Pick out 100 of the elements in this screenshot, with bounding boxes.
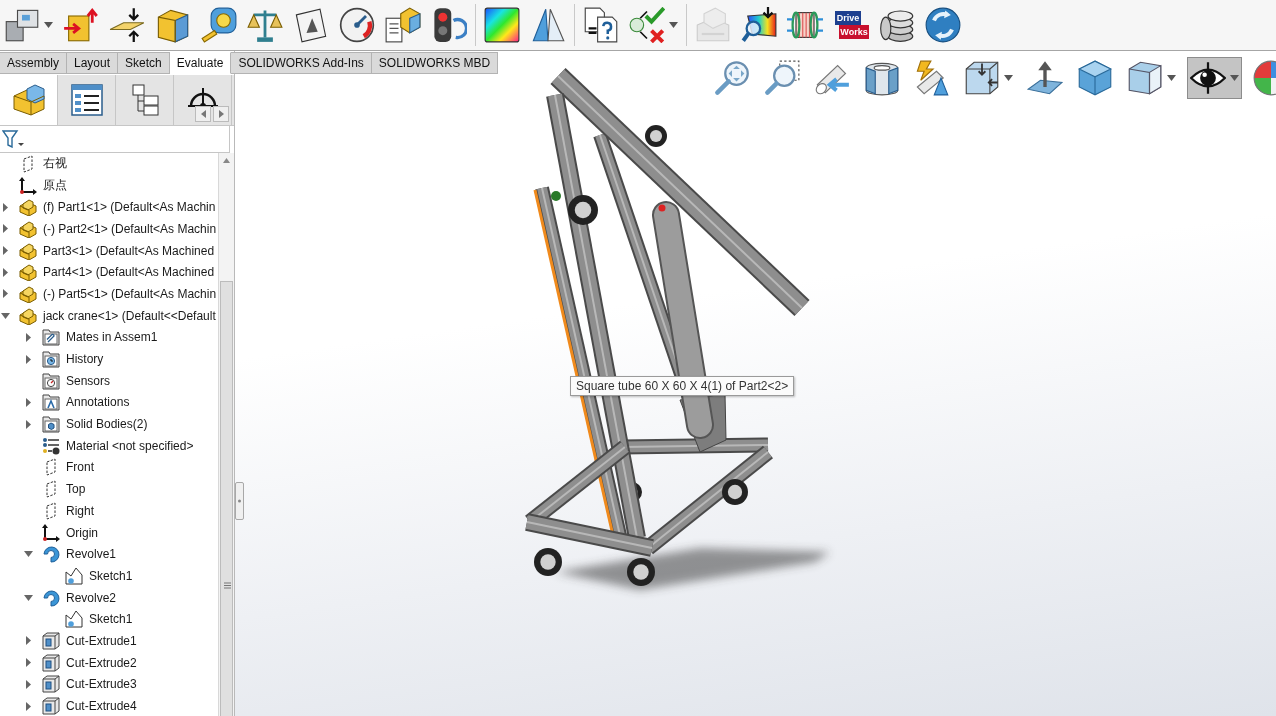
circular-arrows-icon: [925, 7, 961, 43]
tree-item[interactable]: Sensors: [66, 373, 111, 388]
tree-item[interactable]: jack crane<1> (Default<<Default: [43, 308, 216, 323]
caret-right-icon[interactable]: [26, 419, 31, 429]
toolbar-button[interactable]: [530, 6, 566, 44]
tree-item[interactable]: Revolve2: [66, 590, 117, 605]
color-spectrum-icon: [484, 7, 520, 43]
view-toolbar-button[interactable]: [1187, 57, 1242, 99]
tree-item[interactable]: Origin: [66, 525, 98, 540]
caret-right-icon[interactable]: [26, 658, 31, 668]
prism-icon: [530, 7, 566, 43]
caret-down-icon[interactable]: [24, 594, 33, 601]
caret-down-icon[interactable]: [24, 551, 33, 558]
tree-item[interactable]: Right: [66, 503, 94, 518]
part-block-icon: [19, 306, 37, 325]
block-section-icon: [155, 7, 191, 43]
caret-right-icon: [218, 110, 224, 118]
folder-clip-icon: [42, 328, 60, 347]
tree-item[interactable]: Cut-Extrude2: [66, 655, 137, 670]
toolbar-button[interactable]: [629, 6, 678, 44]
part-block-icon: [12, 84, 45, 116]
caret-right-icon[interactable]: [26, 701, 31, 711]
tree-item[interactable]: Cut-Extrude4: [66, 699, 137, 714]
tree-item[interactable]: History: [66, 352, 104, 367]
caret-right-icon[interactable]: [26, 397, 31, 407]
logo-button[interactable]: Drive Works: [833, 6, 869, 44]
tree-item[interactable]: (f) Part1<1> (Default<As Machin: [43, 200, 216, 215]
tree-item[interactable]: Sketch1: [89, 568, 133, 583]
toolbar-button[interactable]: [741, 6, 777, 44]
caret-right-icon[interactable]: [3, 289, 8, 299]
tree-item[interactable]: (-) Part5<1> (Default<As Machin: [43, 286, 217, 301]
caret-right-icon[interactable]: [3, 267, 8, 277]
traffic-light-icon: [431, 7, 467, 43]
tree-item[interactable]: 原点: [43, 177, 67, 195]
filter-icon[interactable]: [2, 130, 24, 148]
scroll-left-button[interactable]: [195, 106, 211, 122]
tree-item[interactable]: Material <not specified>: [66, 438, 194, 453]
material-list-icon: [42, 436, 60, 455]
sketch-icon: [65, 566, 83, 585]
tree-item[interactable]: Solid Bodies(2): [66, 417, 148, 432]
tree-item[interactable]: Annotations: [66, 395, 130, 410]
cut-box-icon: [42, 697, 60, 716]
gauge-icon: [339, 7, 375, 43]
vertical-arrows-icon: [109, 7, 145, 43]
tree-item[interactable]: 右视: [43, 155, 67, 173]
tree-item[interactable]: Cut-Extrude3: [66, 677, 137, 692]
toolbar-button[interactable]: [431, 6, 467, 44]
scroll-right-button[interactable]: [213, 106, 229, 122]
caret-right-icon[interactable]: [3, 224, 8, 234]
eye-icon: [1190, 60, 1226, 96]
balance-scale-icon: [247, 7, 283, 43]
caret-right-icon[interactable]: [3, 202, 8, 212]
origin-axes-icon: [19, 176, 37, 195]
caret-left-icon: [200, 110, 206, 118]
caret-right-icon[interactable]: [26, 679, 31, 689]
tree-item[interactable]: Part3<1> (Default<As Machined: [43, 243, 215, 258]
toolbar-button[interactable]: [339, 6, 375, 44]
toolbar-button[interactable]: [109, 6, 145, 44]
ribbon-tab[interactable]: Layout: [67, 52, 119, 74]
check-cross-icon: [629, 7, 665, 43]
stacked-blocks-icon: [4, 7, 40, 43]
ribbon-tab[interactable]: Sketch: [118, 52, 170, 74]
tree-item[interactable]: Sketch1: [89, 612, 133, 627]
sheet-triangle-icon: [293, 7, 329, 43]
ribbon-tab[interactable]: SOLIDWORKS MBD: [371, 52, 499, 74]
panel-splitter-handle[interactable]: [235, 482, 244, 520]
part-block-icon: [19, 263, 37, 282]
caret-down-icon[interactable]: [1, 312, 10, 319]
caret-right-icon[interactable]: [26, 636, 31, 646]
faded-tray-icon: [695, 7, 731, 43]
tree-item[interactable]: Part4<1> (Default<As Machined: [43, 265, 215, 280]
cut-box-icon: [42, 631, 60, 650]
toolbar-button[interactable]: [583, 6, 619, 44]
folder-cube-icon: [42, 415, 60, 434]
ribbon-tab[interactable]: SOLIDWORKS Add-Ins: [231, 52, 372, 74]
scroll-up-icon[interactable]: [223, 158, 230, 163]
zoom-area-icon: [764, 60, 800, 96]
sketch-icon: [65, 610, 83, 629]
document-help-icon: [583, 7, 619, 43]
tree-item[interactable]: Cut-Extrude1: [66, 633, 137, 648]
grip-icon: [238, 497, 241, 505]
tree-item[interactable]: (-) Part2<1> (Default<As Machin: [43, 221, 217, 236]
cube-icon: [1077, 60, 1113, 96]
arrow-plane-icon: [1027, 60, 1063, 96]
magnifier-spectrum-icon: [741, 7, 777, 43]
tree-item[interactable]: Mates in Assem1: [66, 330, 158, 345]
toolbar-button[interactable]: [484, 6, 520, 44]
toolbar-button[interactable]: [925, 6, 961, 44]
ribbon-tab[interactable]: Assembly: [0, 52, 67, 74]
property-list-icon: [70, 84, 103, 116]
folder-chevron-icon: [42, 393, 60, 412]
folder-gauge-icon: [42, 371, 60, 390]
caret-right-icon[interactable]: [3, 246, 8, 256]
scroll-thumb[interactable]: [220, 281, 233, 716]
caret-right-icon[interactable]: [26, 354, 31, 364]
tree-item[interactable]: Top: [66, 482, 86, 497]
tree-item[interactable]: Front: [66, 460, 94, 475]
tree-item[interactable]: Revolve1: [66, 547, 117, 562]
caret-right-icon[interactable]: [26, 332, 31, 342]
toolbar-button[interactable]: [293, 6, 329, 44]
